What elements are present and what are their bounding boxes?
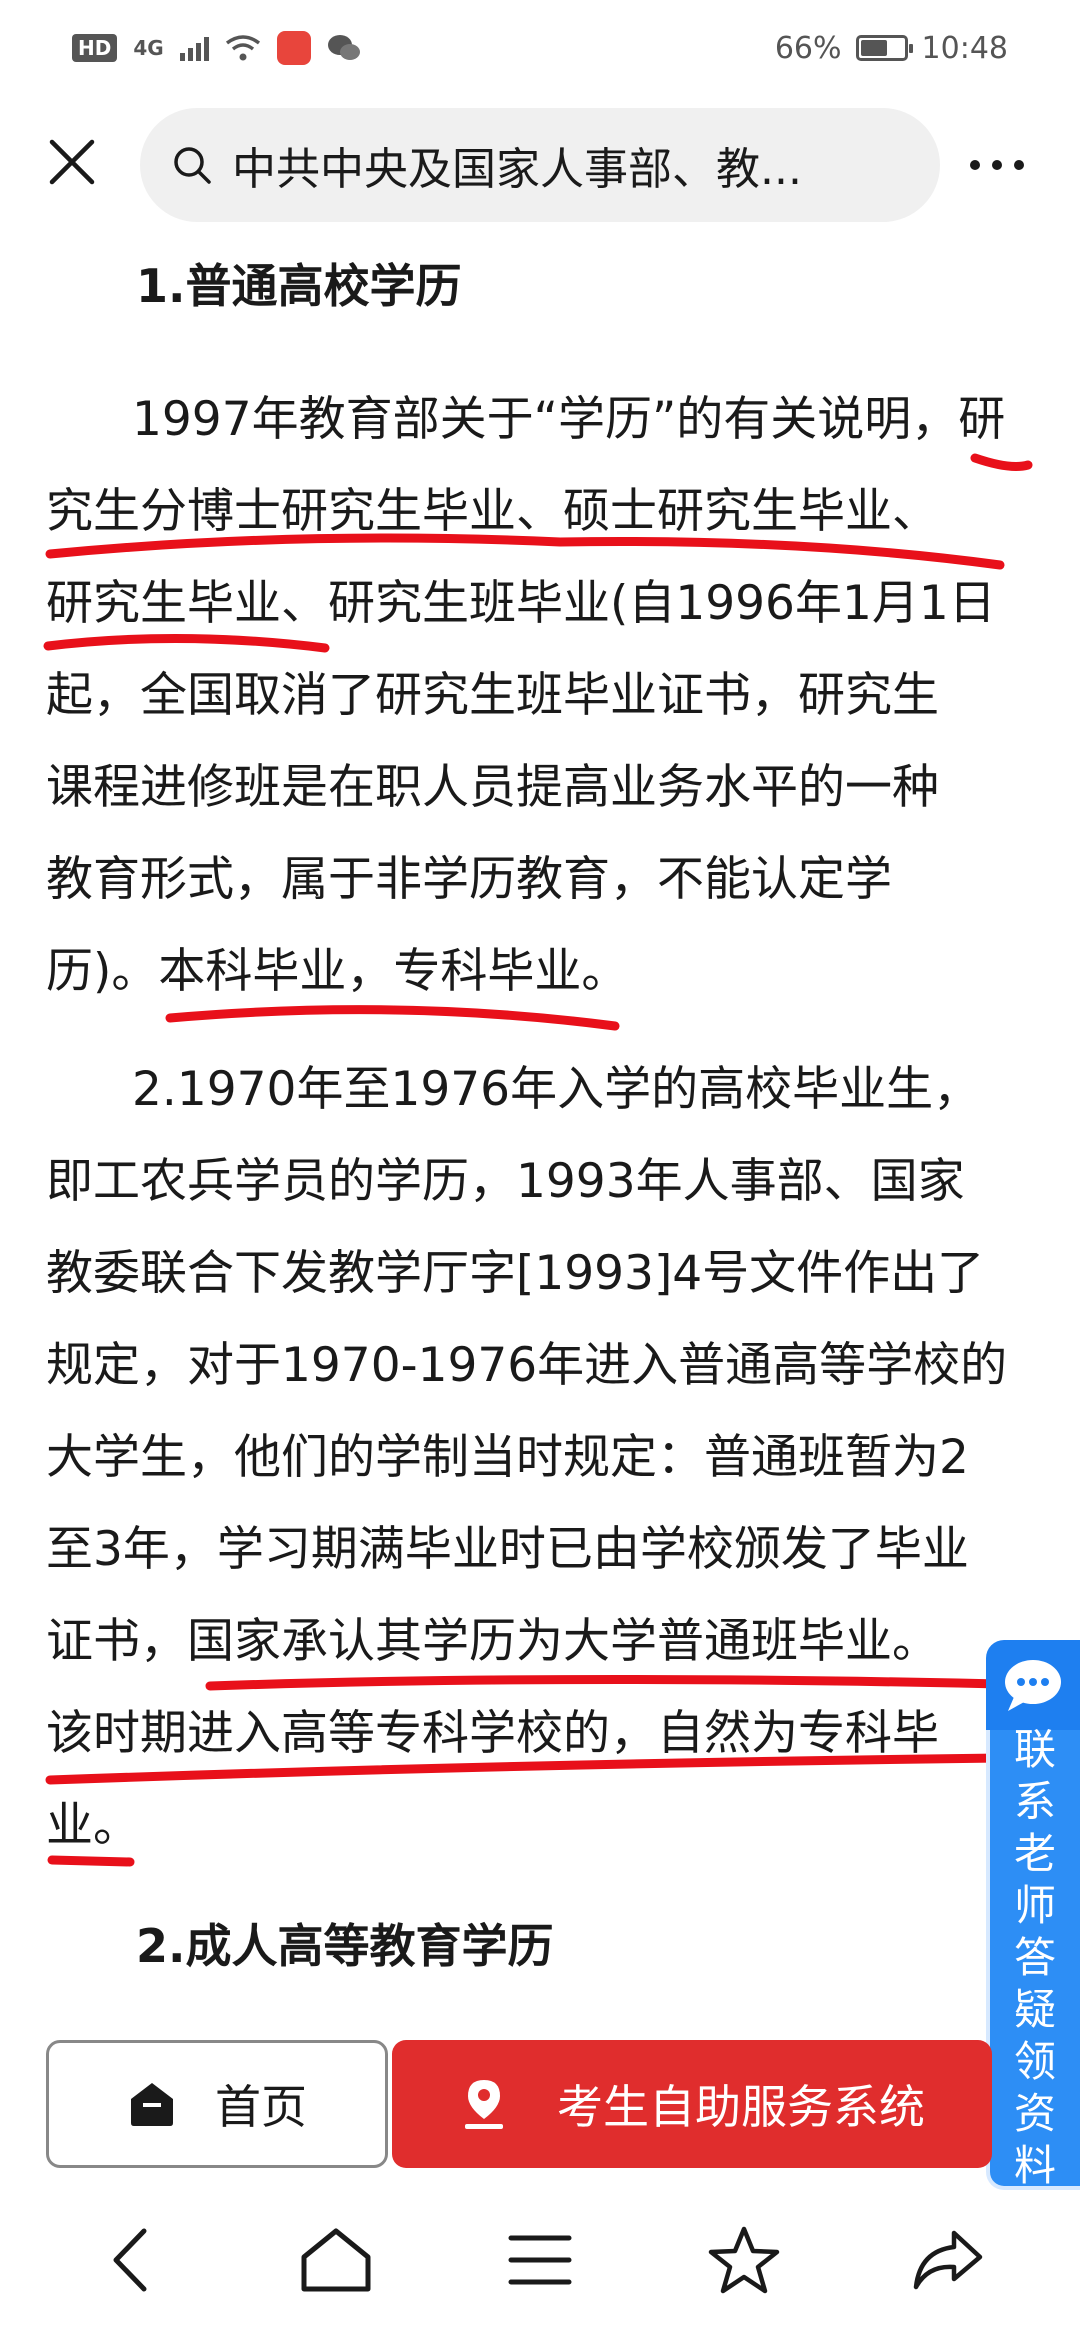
star-icon	[708, 2226, 780, 2294]
article-line: 究生分博士研究生毕业、硕士研究生毕业、	[46, 484, 939, 539]
underline-mark	[43, 633, 330, 653]
more-dot-icon	[992, 160, 1002, 170]
article-line: 教育形式，属于非学历教育，不能认定学	[46, 852, 892, 907]
article-line: 规定，对于1970-1976年进入普通高等学校的	[46, 1338, 1008, 1393]
signal-icon	[179, 35, 209, 61]
app-notification-icon	[276, 31, 311, 65]
underline-mark	[970, 453, 1033, 471]
home-nav-button[interactable]	[291, 2215, 381, 2305]
article-line: 1997年教育部关于“学历”的有关说明，研	[132, 392, 1006, 447]
article-line: 研究生毕业、研究生班毕业(自1996年1月1日	[46, 576, 996, 631]
self-service-button[interactable]: 考生自助服务系统	[392, 2040, 992, 2168]
article-line: 证书，国家承认其学历为大学普通班毕业。	[46, 1614, 939, 1669]
contact-tab-char: 师	[1013, 1881, 1056, 1930]
back-button[interactable]	[87, 2215, 177, 2305]
close-icon	[49, 139, 95, 185]
clock: 10:48	[921, 30, 1008, 66]
network-type: 4G	[133, 36, 164, 60]
battery-fill	[860, 40, 887, 56]
wifi-icon	[225, 35, 260, 61]
battery-percent: 66%	[774, 30, 842, 66]
article-line: 该时期进入高等专科学校的，自然为专科毕	[46, 1706, 939, 1761]
home-label: 首页	[215, 2080, 307, 2134]
home-button[interactable]: 首页	[46, 2040, 388, 2168]
contact-tab-char: 答	[1013, 1933, 1056, 1982]
article-line: 起，全国取消了研究生班毕业证书，研究生	[46, 668, 939, 723]
browser-bottom-nav	[0, 2180, 1080, 2340]
status-right: 66% 10:48	[775, 31, 1008, 66]
section-heading: 2.成人高等教育学历	[136, 1919, 554, 1973]
contact-tab-char: 联	[1013, 1725, 1056, 1774]
underline-mark	[47, 1855, 135, 1867]
home-icon	[131, 2083, 173, 2126]
chat-bubble-button[interactable]	[986, 1640, 1080, 1730]
article-line: 教委联合下发教学厅字[1993]4号文件作出了	[46, 1246, 985, 1301]
favorite-button[interactable]	[699, 2215, 789, 2305]
home-outline-icon	[301, 2228, 371, 2292]
location-pin-icon	[465, 2080, 503, 2129]
share-button[interactable]	[903, 2215, 993, 2305]
menu-button[interactable]	[495, 2215, 585, 2305]
article-line: 业。	[46, 1798, 140, 1853]
search-bar[interactable]: 中共中央及国家人事部、教...	[140, 108, 940, 222]
self-service-label: 考生自助服务系统	[557, 2080, 925, 2134]
status-bar: HD 4G 66% 10:48	[0, 0, 1080, 96]
back-icon	[113, 2228, 147, 2292]
underline-mark	[165, 1005, 620, 1031]
chat-bubble-icon	[1005, 1660, 1061, 1711]
more-options-button[interactable]	[970, 140, 1040, 190]
article-line: 课程进修班是在职人员提高业务水平的一种	[46, 760, 939, 815]
article-line: 大学生，他们的学制当时规定：普通班暂为2	[46, 1430, 969, 1485]
status-left: HD 4G	[72, 31, 361, 65]
search-icon	[174, 147, 211, 184]
contact-tab-char: 系	[1013, 1777, 1056, 1826]
underline-mark	[45, 533, 1005, 570]
more-dot-icon	[1014, 160, 1024, 170]
more-dot-icon	[970, 160, 980, 170]
contact-tab-char: 老	[1013, 1829, 1056, 1878]
search-query: 中共中央及国家人事部、教...	[232, 144, 802, 195]
wechat-icon	[327, 35, 360, 60]
article-line: 至3年，学习期满毕业时已由学校颁发了毕业	[46, 1522, 969, 1577]
hd-badge: HD	[72, 34, 118, 62]
close-button[interactable]	[42, 132, 102, 192]
action-bar: 首页 考生自助服务系统	[0, 2000, 1080, 2170]
section-heading: 1.普通高校学历	[136, 259, 462, 313]
article-content: 1.普通高校学历 1997年教育部关于“学历”的有关说明，研 究生分博士研究生毕…	[0, 220, 1080, 2000]
article-line: 即工农兵学员的学历，1993年人事部、国家	[46, 1154, 965, 1209]
underline-mark	[205, 1674, 1005, 1691]
top-navigation: 中共中央及国家人事部、教...	[0, 100, 1080, 230]
article-line: 历)。本科毕业，专科毕业。	[46, 944, 629, 999]
menu-icon	[508, 2235, 572, 2285]
share-icon	[913, 2230, 983, 2290]
article-line: 2.1970年至1976年入学的高校毕业生，	[132, 1062, 981, 1117]
battery-icon	[855, 35, 913, 61]
